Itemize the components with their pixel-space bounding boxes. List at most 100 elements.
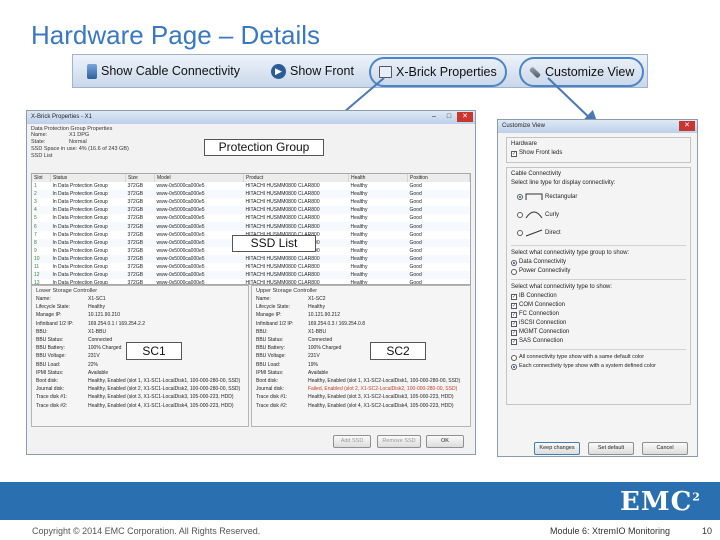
sas-connection-label: SAS Connection: [519, 338, 564, 344]
ssd-cell-product: HITACHI HUSMM0800 CLAR800: [245, 199, 320, 206]
line-type-direct[interactable]: Direct: [517, 224, 686, 242]
ssd-cell-position: Good: [409, 223, 422, 230]
ssd-cell-size: 372GB: [127, 183, 144, 190]
table-row[interactable]: 6 In Data Protection Group 372GB www-0x5000…: [32, 222, 470, 231]
sas-connection-checkbox[interactable]: ✓: [511, 338, 517, 345]
ib-connection-checkbox[interactable]: ✓: [511, 293, 517, 300]
col-health[interactable]: Health: [348, 174, 408, 182]
ssd-cell-health: Healthy: [350, 223, 368, 230]
line-type-curly[interactable]: Curly: [517, 206, 686, 224]
same-color-option[interactable]: All connectivity type show with a same d…: [511, 353, 686, 362]
controller-row-key: BBU Status:: [256, 337, 284, 344]
ssd-cell-size: 372GB: [127, 207, 144, 214]
iscsi-connection-option[interactable]: ✓ iSCSI Connection: [511, 319, 686, 328]
controller-row-value: 100% Charged: [88, 345, 122, 352]
controller-row: Trace disk #2: Healthy, Enabled (slot 4, …: [36, 402, 244, 410]
table-row[interactable]: 3 In Data Protection Group 372GB www-0x5000…: [32, 198, 470, 206]
table-row[interactable]: 2 In Data Protection Group 372GB www-0x5000…: [32, 190, 470, 199]
system-color-radio[interactable]: [511, 363, 517, 370]
com-connection-option[interactable]: ✓ COM Connection: [511, 301, 686, 310]
close-button[interactable]: ✕: [457, 112, 473, 122]
data-connectivity-label: Data Connectivity: [519, 259, 567, 265]
dpg-name-row: Name: X1 DPG: [31, 132, 471, 139]
same-color-radio[interactable]: [511, 354, 517, 361]
ssd-cell-position: Good: [409, 239, 422, 246]
col-model[interactable]: Model: [154, 174, 244, 182]
controller-row-key: Trace disk #1:: [36, 394, 68, 401]
table-row[interactable]: 11 In Data Protection Group 372GB www-0x500…: [32, 263, 470, 271]
ssd-cell-status: In Data Protection Group: [52, 231, 108, 238]
controller-row-key: Name:: [256, 296, 271, 302]
controller-row: Name: X1-SC1: [36, 295, 244, 303]
power-connectivity-radio[interactable]: [511, 268, 517, 275]
module-label: Module 6: XtremIO Monitoring: [550, 526, 671, 536]
table-row[interactable]: 4 In Data Protection Group 372GB www-0x5000…: [32, 206, 470, 215]
direct-radio[interactable]: [517, 230, 523, 236]
group-select-label: Select what connectivity type group to s…: [511, 250, 630, 256]
direct-line-icon: [525, 229, 543, 237]
ssd-cell-position: Good: [409, 183, 422, 190]
ssd-cell-status: In Data Protection Group: [52, 255, 108, 262]
fc-connection-checkbox[interactable]: ✓: [511, 311, 517, 318]
controller-row-key: Infiniband 1/2 IP:: [36, 320, 74, 327]
cancel-button[interactable]: Cancel: [642, 442, 688, 455]
emc-logo-text: EMC: [620, 487, 693, 517]
ssd-cell-size: 372GB: [127, 272, 144, 279]
col-status[interactable]: Status: [50, 174, 126, 182]
data-connectivity-radio[interactable]: [511, 259, 517, 266]
fc-connection-option[interactable]: ✓ FC Connection: [511, 310, 686, 319]
show-front-leds-option[interactable]: ✓ Show Front leds: [507, 149, 690, 158]
ib-connection-option[interactable]: ✓ IB Connection: [511, 292, 686, 301]
keep-changes-button[interactable]: Keep changes: [534, 442, 580, 455]
show-front-leds-checkbox[interactable]: ✓: [511, 150, 517, 157]
col-product[interactable]: Product: [243, 174, 349, 182]
maximize-button[interactable]: □: [442, 112, 456, 122]
controller-row-value: Healthy, Enabled (slot 1, X1-SC1-LocalDi…: [88, 378, 241, 385]
col-slot[interactable]: Slot: [32, 174, 51, 182]
ssd-cell-product: HITACHI HUSMM0800 CLAR800: [245, 207, 320, 214]
sas-connection-option[interactable]: ✓ SAS Connection: [511, 337, 686, 346]
ssd-cell-size: 372GB: [127, 263, 144, 270]
ssd-cell-product: HITACHI HUSMM0800 CLAR800: [245, 263, 320, 270]
mgmt-connection-option[interactable]: ✓ MGMT Connection: [511, 328, 686, 337]
remove-ssd-button[interactable]: Remove SSD: [377, 435, 421, 448]
ssd-cell-slot: 8: [34, 239, 37, 246]
table-row[interactable]: 5 In Data Protection Group 372GB www-0x5000…: [32, 214, 470, 222]
table-row[interactable]: 1 In Data Protection Group 372GB www-0x5000…: [32, 182, 470, 190]
col-position[interactable]: Position: [407, 174, 470, 182]
table-row[interactable]: 10 In Data Protection Group 372GB www-0x500…: [32, 254, 470, 263]
table-row[interactable]: 12 In Data Protection Group 372GB www-0x500…: [32, 271, 470, 280]
controller-row-value: Healthy, Enabled (slot 4, X1-SC2-LocalDi…: [308, 402, 454, 409]
system-color-option[interactable]: Each connectivity type show with a syste…: [511, 362, 686, 371]
data-connectivity-option[interactable]: Data Connectivity: [511, 258, 686, 267]
mgmt-connection-checkbox[interactable]: ✓: [511, 329, 517, 336]
rectangular-radio[interactable]: [517, 194, 523, 200]
ssd-cell-slot: 5: [34, 215, 37, 222]
controller-row-value: X1-SC2: [308, 296, 326, 302]
ssd-cell-status: In Data Protection Group: [52, 263, 108, 270]
com-connection-checkbox[interactable]: ✓: [511, 302, 517, 309]
col-size[interactable]: Size: [125, 174, 155, 182]
line-type-rectangular[interactable]: Rectangular: [517, 188, 686, 206]
curly-radio[interactable]: [517, 212, 523, 218]
dpg-state-key: State:: [31, 139, 46, 145]
power-connectivity-option[interactable]: Power Connectivity: [511, 267, 686, 276]
ok-button[interactable]: OK: [426, 435, 464, 448]
controller-row-value: Healthy, Enabled (slot 1, X1-SC2-LocalDi…: [308, 378, 461, 385]
controller-row: Name: X1-SC2: [256, 295, 466, 303]
set-default-button[interactable]: Set default: [588, 442, 634, 455]
controller-row-value: 100% Charged: [308, 345, 342, 352]
controller-row: BBU Load: 19%: [256, 361, 466, 369]
ssd-cell-slot: 3: [34, 199, 37, 206]
iscsi-connection-checkbox[interactable]: ✓: [511, 320, 517, 327]
controller-row-value: Healthy, Enabled (slot 3, X1-SC1-LocalDi…: [88, 394, 234, 401]
minimize-button[interactable]: –: [427, 112, 441, 122]
controller-row-key: BBU Battery:: [256, 345, 285, 352]
ssd-cell-position: Good: [409, 272, 422, 279]
controller-row-key: Infiniband 1/2 IP:: [256, 320, 294, 327]
controller-row-value: Connected: [88, 337, 113, 344]
add-ssd-button[interactable]: Add SSD: [333, 435, 371, 448]
controller-row: Journal disk: Healthy, Enabled (slot 2, X…: [36, 385, 244, 393]
ssd-cell-position: Good: [409, 215, 422, 222]
customize-close-button[interactable]: ✕: [679, 121, 695, 131]
